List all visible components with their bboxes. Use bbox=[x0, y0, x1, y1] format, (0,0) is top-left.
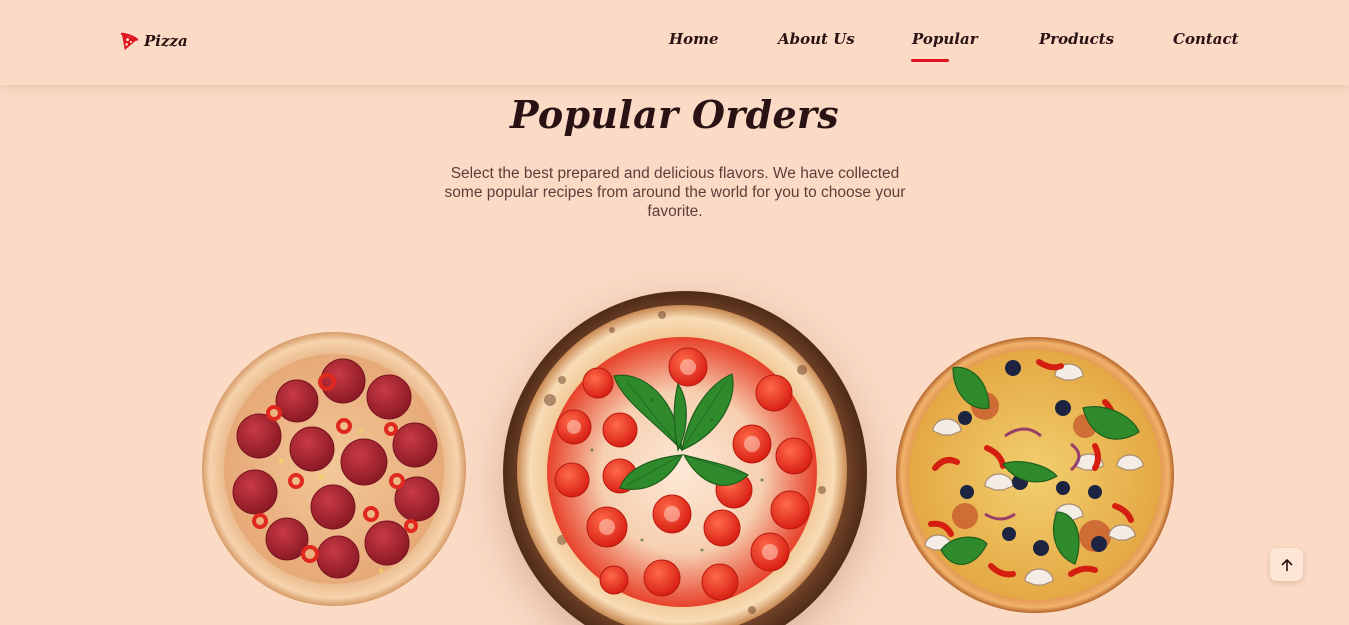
main-nav: Home About Us Popular Products Contact bbox=[0, 30, 1349, 54]
nav-contact[interactable]: Contact bbox=[1173, 30, 1239, 48]
pepperoni-pizza-image[interactable] bbox=[201, 331, 467, 607]
nav-about-us[interactable]: About Us bbox=[778, 30, 855, 48]
nav-popular[interactable]: Popular bbox=[912, 30, 978, 48]
section-subtitle: Select the best prepared and delicious f… bbox=[444, 165, 906, 220]
arrow-up-icon bbox=[1281, 558, 1292, 571]
supreme-pizza-image[interactable] bbox=[895, 336, 1175, 614]
back-to-top-button[interactable] bbox=[1270, 548, 1303, 581]
section-title: Popular Orders bbox=[510, 92, 839, 137]
margherita-pizza-image[interactable] bbox=[502, 290, 868, 625]
nav-products[interactable]: Products bbox=[1039, 30, 1114, 48]
active-nav-indicator bbox=[911, 59, 949, 62]
site-header: Pizza Home About Us Popular Products Con… bbox=[0, 0, 1349, 85]
nav-home[interactable]: Home bbox=[669, 30, 719, 48]
